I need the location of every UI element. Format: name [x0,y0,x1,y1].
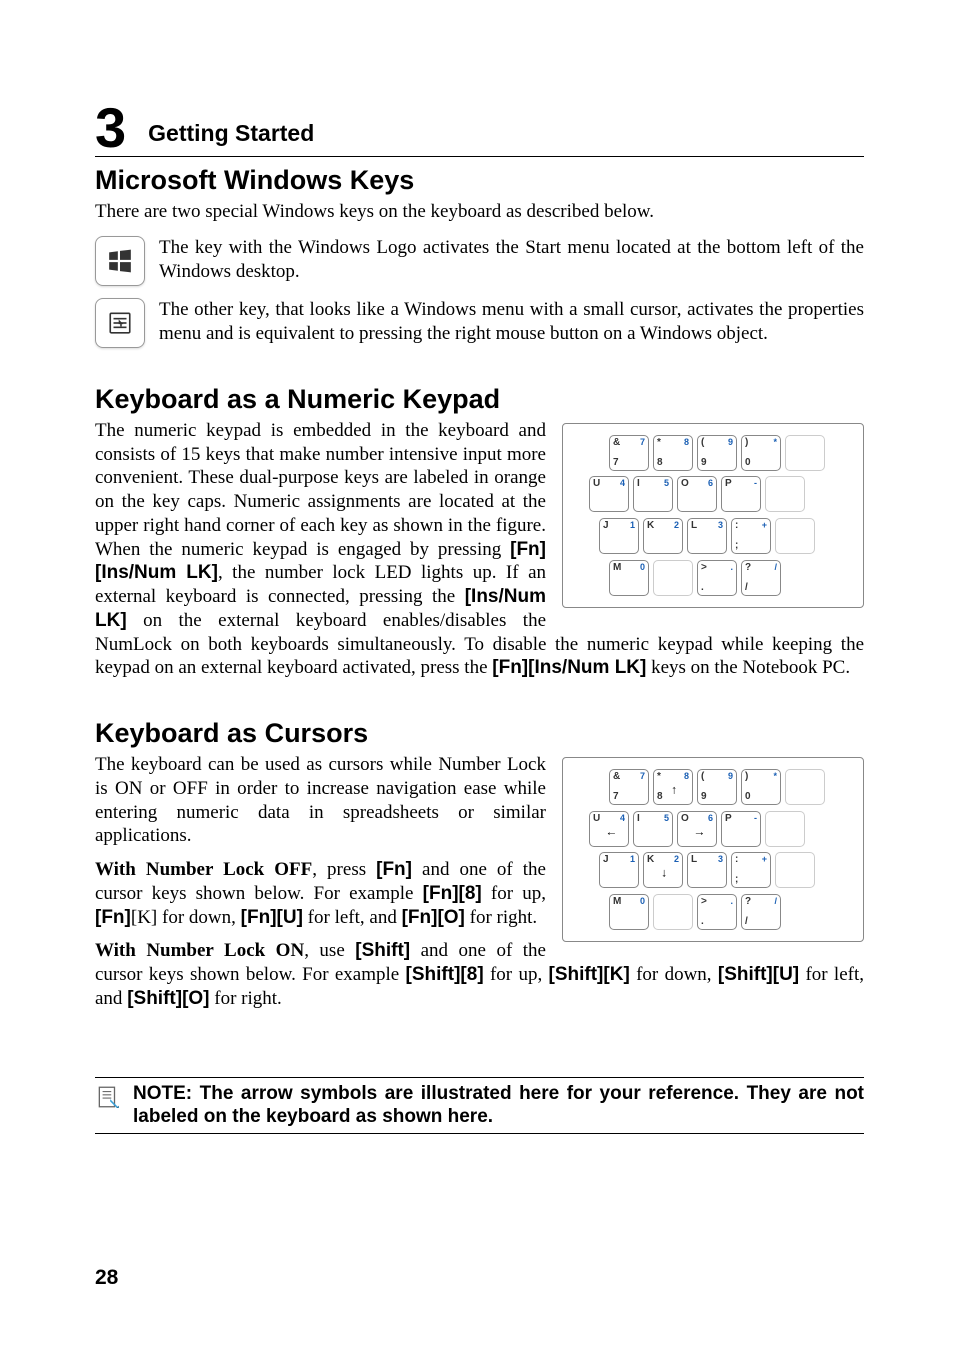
section-heading-numeric-keypad: Keyboard as a Numeric Keypad [95,384,864,415]
numlock-on-paragraph: With Number Lock ON, use [Shift] and one… [95,939,864,1010]
note-box: NOTE: The arrow symbols are illustrated … [95,1077,864,1135]
section-heading-windows-keys: Microsoft Windows Keys [95,165,864,196]
keycap: &77 [609,769,649,805]
keycap: &77 [609,435,649,471]
keycap: U4 [589,476,629,512]
keycap: )0* [741,769,781,805]
fn-key-ref: [Fn] [402,907,438,928]
key-O-ref: [O] [437,907,464,928]
keycap: O6 [677,476,717,512]
keycap: *88 [653,435,693,471]
key-U-ref: [U] [773,964,799,985]
key-K-ref: [K] [131,907,157,928]
keycap: U4← [589,811,629,847]
text: for right. [465,907,537,928]
text: , press [312,859,376,880]
text: keys on the Notebook PC. [646,657,850,678]
text: , use [304,940,355,961]
fn-key-ref: [Fn] [241,907,277,928]
keycap: L3 [687,518,727,554]
shift-key-ref: [Shift] [127,988,182,1009]
keycap: J1 [599,518,639,554]
key-8-ref: [8] [459,883,482,904]
windows-logo-key-icon [95,236,145,286]
keycap: :;+ [731,852,771,888]
keycap: K2↓ [643,852,683,888]
text: for up, [482,883,546,904]
text: for right. [210,988,282,1009]
keycap: ?// [741,894,781,930]
fn-key-ref: [Fn] [492,657,528,678]
keycap: J1 [599,852,639,888]
text: for up, [484,964,549,985]
keycap: M0 [609,894,649,930]
insnum-key-ref: [Ins/Num LK] [95,562,218,583]
chapter-title: Getting Started [148,120,314,147]
insnum-key-ref: [Ins/Num LK] [528,657,646,678]
page-number: 28 [95,1266,118,1290]
label-numlock-off: With Number Lock OFF [95,859,312,880]
keycap: )0* [741,435,781,471]
windows-logo-icon [107,248,133,274]
key-O-ref: [O] [182,988,209,1009]
fn-key-ref: [Fn] [95,907,131,928]
section1-intro: There are two special Windows keys on th… [95,200,864,224]
context-menu-icon [107,310,133,336]
section-cursors: Keyboard as Cursors &77*88↑(99)0* U4←I5O6… [95,718,864,1021]
keycap: P- [721,811,761,847]
keycap: *88↑ [653,769,693,805]
keycap: :;+ [731,518,771,554]
label-numlock-on: With Number Lock ON [95,940,304,961]
keycap: >.. [697,560,737,596]
shift-key-ref: [Shift] [406,964,461,985]
key-U-ref: [U] [277,907,303,928]
keycap: O6→ [677,811,717,847]
shift-key-ref: [Shift] [718,964,773,985]
text: for left, and [303,907,402,928]
fn-key-ref: [Fn] [423,883,459,904]
context-menu-key-text: The other key, that looks like a Windows… [159,298,864,346]
keycap: I5 [633,811,673,847]
keycap: >.. [697,894,737,930]
section-numeric-keypad: Keyboard as a Numeric Keypad &77*88(99)0… [95,384,864,690]
keycap: P- [721,476,761,512]
keycap: K2 [643,518,683,554]
text: for down, [630,964,718,985]
page: 3 Getting Started Microsoft Windows Keys… [0,0,954,1350]
context-menu-key-row: The other key, that looks like a Windows… [95,298,864,348]
numeric-keypad-figure: &77*88(99)0* U4I5O6P- J1K2L3:;+ M0 >..?// [562,423,864,608]
windows-logo-key-row: The key with the Windows Logo activates … [95,236,864,286]
context-menu-key-icon [95,298,145,348]
chapter-header: 3 Getting Started [95,100,864,157]
keycap: (99 [697,769,737,805]
text: for down, [157,907,240,928]
note-icon [95,1082,125,1115]
note-text: NOTE: The arrow symbols are illustrated … [133,1082,864,1130]
keycap: L3 [687,852,727,888]
chapter-number: 3 [95,100,126,156]
section-heading-cursors: Keyboard as Cursors [95,718,864,749]
cursor-keypad-figure: &77*88↑(99)0* U4←I5O6→P- J1K2↓L3:;+ M0 >..?/… [562,757,864,942]
shift-key-ref: [Shift] [549,964,604,985]
windows-logo-key-text: The key with the Windows Logo activates … [159,236,864,284]
key-8-ref: [8] [460,964,483,985]
text: The numeric keypad is embedded in the ke… [95,420,546,560]
keycap: ?// [741,560,781,596]
fn-key-ref: [Fn] [510,539,546,560]
keycap: (99 [697,435,737,471]
keycap: M0 [609,560,649,596]
key-K-ref: [K] [603,964,629,985]
keycap: I5 [633,476,673,512]
fn-key-ref: [Fn] [376,859,412,880]
shift-key-ref: [Shift] [355,940,410,961]
